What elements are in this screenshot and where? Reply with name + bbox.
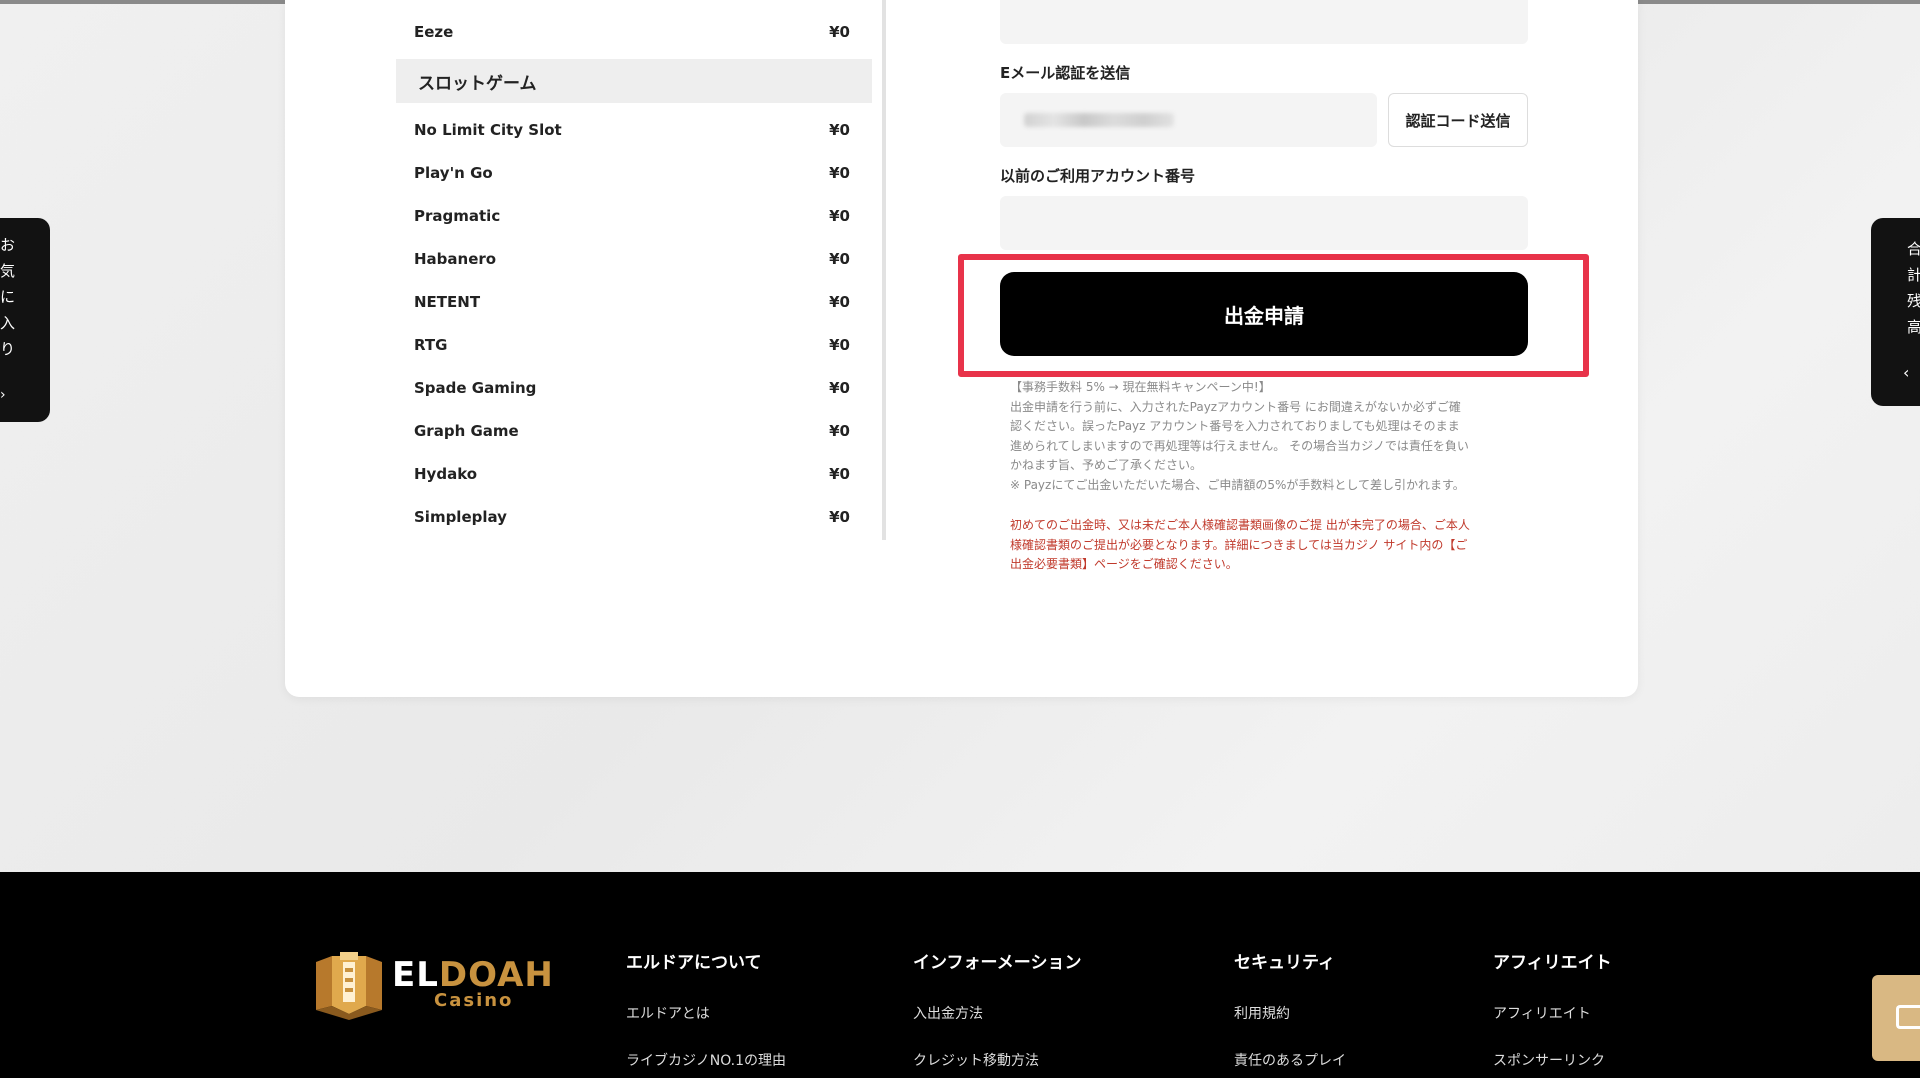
- favorites-char: 気: [0, 262, 16, 280]
- note-line: 進められてしまいますので再処理等は行えません。 その場合当カジノでは責任を負い: [1010, 438, 1469, 453]
- provider-balance: ¥0: [829, 249, 850, 268]
- provider-name: RTG: [414, 335, 448, 354]
- account-number-label: 以前のご利用アカウント番号: [1000, 167, 1196, 185]
- balance-row: RTG ¥0: [396, 323, 872, 366]
- footer-link[interactable]: クレジット移動方法: [913, 1050, 1081, 1070]
- castle-logo-icon: [316, 952, 382, 1020]
- logo-wordmark: ELDOAH: [392, 955, 554, 995]
- chevron-right-icon: ›: [0, 387, 6, 403]
- footer-column-affiliate: アフィリエイト アフィリエイト スポンサーリンク: [1493, 948, 1612, 1078]
- provider-balance: ¥0: [829, 378, 850, 397]
- provider-balance-list: Eeze ¥0 スロットゲーム No Limit City Slot ¥0 Pla…: [396, 10, 872, 542]
- provider-name: Eeze: [414, 23, 454, 41]
- balance-row: Graph Game ¥0: [396, 409, 872, 452]
- note-line: 【事務手数料 5% → 現在無料キャンペーン中!】: [1010, 380, 1271, 394]
- footer-column-title: インフォーメーション: [913, 953, 1082, 973]
- eldoah-logo[interactable]: ELDOAH Casino: [312, 948, 554, 1020]
- footer-column-security: セキュリティ 利用規約 責任のあるプレイ: [1234, 948, 1346, 1078]
- withdraw-request-button[interactable]: 出金申請: [1000, 272, 1528, 356]
- balance-row: NETENT ¥0: [396, 280, 872, 323]
- total-char: 残: [1907, 292, 1920, 310]
- provider-balance: ¥0: [829, 120, 850, 139]
- footer-column-information: インフォーメーション 入出金方法 クレジット移動方法: [913, 948, 1081, 1078]
- withdraw-notes: 【事務手数料 5% → 現在無料キャンペーン中!】 出金申請を行う前に、入力され…: [1010, 378, 1520, 495]
- total-char: 計: [1907, 266, 1920, 284]
- footer-link[interactable]: エルドアとは: [626, 1003, 786, 1023]
- note-line: かねます旨、予めご了承ください。: [1010, 458, 1203, 472]
- balance-row: Hydako ¥0: [396, 452, 872, 495]
- favorites-char: お: [0, 236, 16, 254]
- total-balance-side-tab[interactable]: 合 計 残 高 ‹: [1871, 218, 1920, 406]
- chat-icon: [1896, 1005, 1920, 1029]
- balance-row: Habanero ¥0: [396, 237, 872, 280]
- provider-name: Spade Gaming: [414, 378, 537, 397]
- balance-row: No Limit City Slot ¥0: [396, 108, 872, 151]
- provider-balance: ¥0: [829, 292, 850, 311]
- provider-name: Habanero: [414, 249, 497, 268]
- chat-button[interactable]: [1872, 975, 1920, 1061]
- account-number-field[interactable]: [1000, 196, 1528, 250]
- previous-field-input[interactable]: [1000, 0, 1528, 44]
- email-field[interactable]: [1000, 93, 1377, 147]
- provider-balance: ¥0: [829, 335, 850, 354]
- favorites-char: 入: [0, 314, 16, 332]
- provider-name: Simpleplay: [414, 507, 507, 526]
- provider-name: Play'n Go: [414, 163, 493, 182]
- footer-link[interactable]: アフィリエイト: [1493, 1003, 1612, 1023]
- note-line: ※ Payzにてご出金いただいた場合、ご申請額の5%が手数料として差し引かれます…: [1010, 477, 1465, 492]
- email-verification-label: Eメール認証を送信: [1000, 64, 1131, 82]
- balance-row: Play'n Go ¥0: [396, 151, 872, 194]
- total-char: 合: [1907, 240, 1920, 258]
- send-code-button[interactable]: 認証コード送信: [1388, 93, 1528, 147]
- provider-name: Pragmatic: [414, 206, 501, 225]
- card-scroll-divider: [882, 0, 886, 540]
- warning-line: 初めてのご出金時、又は未だご本人様確認書類画像のご提 出が未完了の場合、ご本人: [1010, 518, 1470, 532]
- footer-link[interactable]: ライブカジノNO.1の理由: [626, 1050, 786, 1070]
- favorites-char: に: [0, 288, 16, 306]
- list-end: [396, 538, 872, 542]
- footer-column-title: エルドアについて: [626, 953, 762, 973]
- provider-balance: ¥0: [829, 206, 850, 225]
- provider-balance: ¥0: [829, 23, 850, 41]
- total-char: 高: [1907, 318, 1920, 336]
- footer-column-title: アフィリエイト: [1493, 953, 1612, 973]
- footer-link[interactable]: 利用規約: [1234, 1003, 1346, 1023]
- footer-column-title: セキュリティ: [1234, 953, 1335, 973]
- balance-row: Simpleplay ¥0: [396, 495, 872, 538]
- provider-name: Hydako: [414, 464, 478, 483]
- kyc-warning: 初めてのご出金時、又は未だご本人様確認書類画像のご提 出が未完了の場合、ご本人 …: [1010, 516, 1520, 575]
- provider-name: NETENT: [414, 292, 481, 311]
- balance-row: Spade Gaming ¥0: [396, 366, 872, 409]
- footer-link[interactable]: 入出金方法: [913, 1003, 1081, 1023]
- provider-balance: ¥0: [829, 163, 850, 182]
- footer-link[interactable]: 責任のあるプレイ: [1234, 1050, 1346, 1070]
- note-line: 認ください。誤ったPayz アカウント番号を入力されておりましても処理はそのまま: [1010, 419, 1460, 433]
- provider-name: No Limit City Slot: [414, 120, 562, 139]
- masked-email-value: [1024, 113, 1174, 127]
- footer-link[interactable]: スポンサーリンク: [1493, 1050, 1612, 1070]
- favorites-char: り: [0, 340, 16, 358]
- section-header-slot-games: スロットゲーム: [396, 59, 872, 103]
- chevron-left-icon: ‹: [1903, 363, 1910, 382]
- note-line: 出金申請を行う前に、入力されたPayzアカウント番号 にお間違えがないか必ずご確: [1010, 399, 1461, 414]
- footer-column-about: エルドアについて エルドアとは ライブカジノNO.1の理由: [626, 948, 786, 1078]
- warning-line: 様確認書類のご提出が必要となります。詳細につきましては当カジノ サイト内の【ご: [1010, 537, 1468, 552]
- provider-balance: ¥0: [829, 464, 850, 483]
- favorites-side-tab[interactable]: お 気 に 入 り ›: [0, 218, 50, 422]
- provider-balance: ¥0: [829, 421, 850, 440]
- balance-row: Pragmatic ¥0: [396, 194, 872, 237]
- provider-name: Graph Game: [414, 421, 519, 440]
- provider-balance: ¥0: [829, 507, 850, 526]
- balance-row-eeze: Eeze ¥0: [396, 10, 872, 54]
- warning-line: 出金必要書類】ページをご確認ください。: [1010, 557, 1238, 571]
